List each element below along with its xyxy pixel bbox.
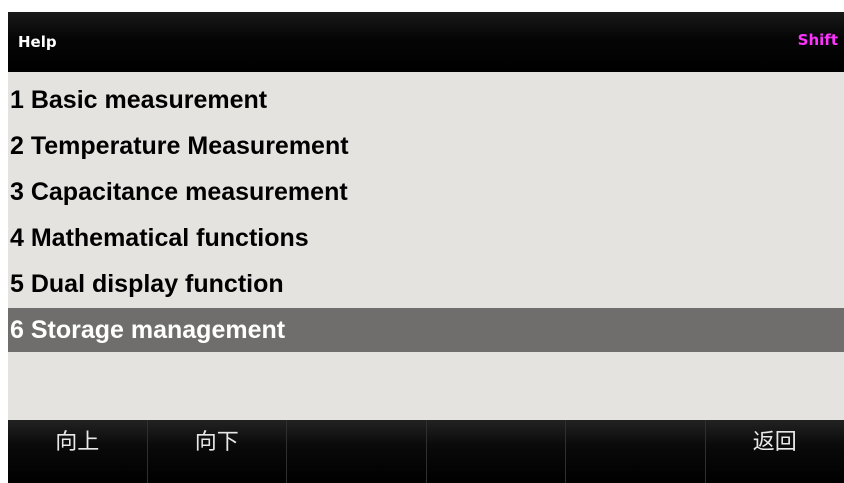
- shift-indicator: Shift: [797, 31, 838, 49]
- menu-item-storage-management[interactable]: 6 Storage management: [8, 308, 844, 352]
- menu-item-basic-measurement[interactable]: 1 Basic measurement: [8, 78, 844, 122]
- softkey-up-button[interactable]: 向上: [8, 420, 148, 483]
- menu-item-mathematical-functions[interactable]: 4 Mathematical functions: [8, 216, 844, 260]
- instrument-screen: Help Shift 1 Basic measurement 2 Tempera…: [8, 12, 844, 483]
- softkey-down-button[interactable]: 向下: [148, 420, 287, 483]
- softkey-5-button[interactable]: [566, 420, 706, 483]
- softkey-back-button[interactable]: 返回: [706, 420, 844, 483]
- softkey-3-button[interactable]: [287, 420, 427, 483]
- page-title: Help: [18, 33, 57, 51]
- title-bar: Help Shift: [8, 12, 844, 72]
- menu-item-dual-display-function[interactable]: 5 Dual display function: [8, 262, 844, 306]
- softkey-bar: 向上 向下 返回: [8, 420, 844, 483]
- menu-item-temperature-measurement[interactable]: 2 Temperature Measurement: [8, 124, 844, 168]
- menu-item-capacitance-measurement[interactable]: 3 Capacitance measurement: [8, 170, 844, 214]
- help-menu: 1 Basic measurement 2 Temperature Measur…: [8, 78, 844, 354]
- softkey-4-button[interactable]: [427, 420, 566, 483]
